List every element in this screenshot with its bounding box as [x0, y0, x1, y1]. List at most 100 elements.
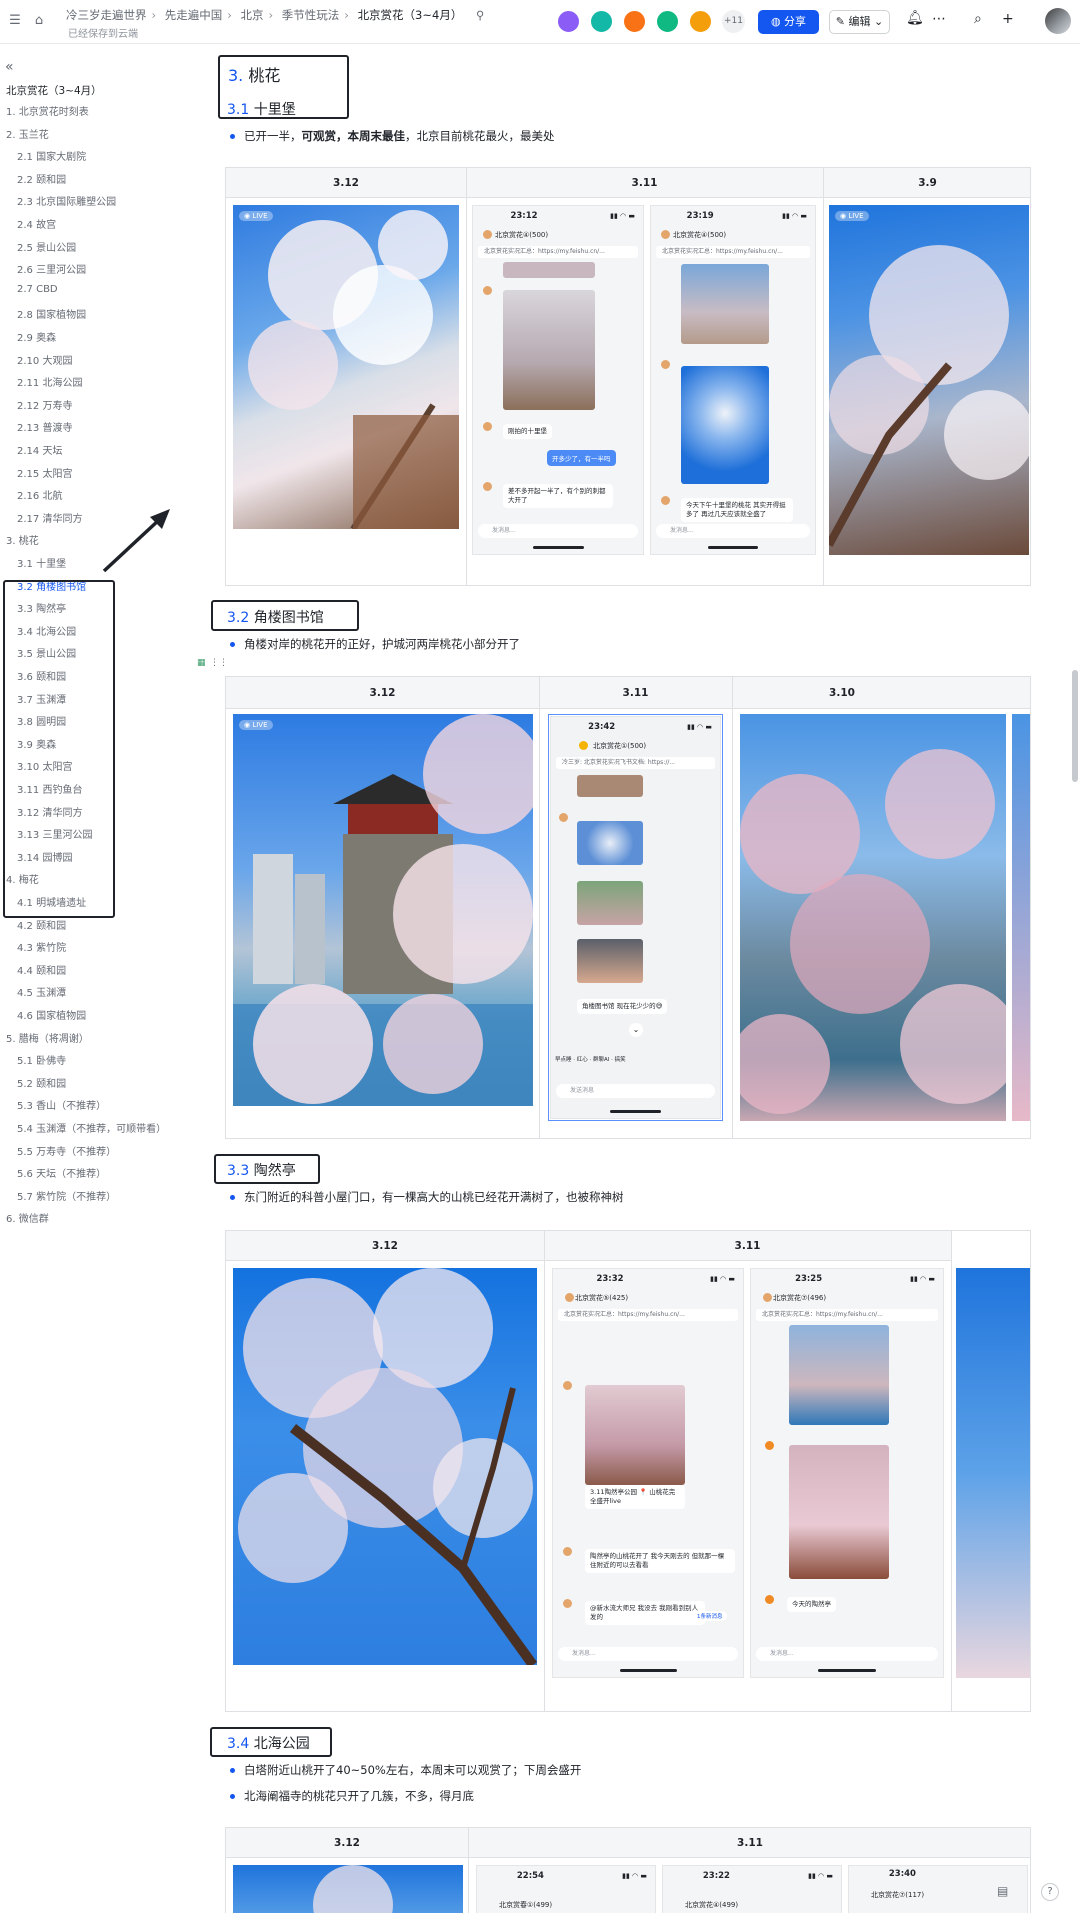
sidebar-item[interactable]: 5.1 卧佛寺: [17, 1052, 66, 1067]
avatar: [483, 422, 492, 431]
home-icon[interactable]: ⌂: [30, 12, 48, 30]
sidebar-item[interactable]: 2.10 大观园: [17, 352, 72, 367]
avatar[interactable]: [622, 9, 647, 34]
breadcrumb-item[interactable]: 先走遍中国: [165, 8, 223, 22]
breadcrumb-item[interactable]: 北京: [241, 8, 264, 22]
heading-text: 北海公园: [253, 1736, 310, 1752]
sidebar-item[interactable]: 5. 腊梅（将凋谢）: [6, 1030, 89, 1045]
sidebar-item[interactable]: 2.17 清华同方: [17, 510, 82, 525]
more-icon[interactable]: ⋯: [932, 11, 946, 27]
user-avatar[interactable]: [1045, 8, 1071, 34]
group-name: 北京赏花①(500): [593, 742, 647, 750]
sidebar-item[interactable]: 4.4 颐和园: [17, 962, 66, 977]
sidebar-item[interactable]: 2.4 故宫: [17, 216, 56, 231]
avatar: [661, 360, 670, 369]
sidebar-item[interactable]: 2.6 三里河公园: [17, 261, 86, 276]
chat-screenshot[interactable]: 22:54 ▮▮ ◠ ▬ 北京赏春①(499): [476, 1865, 656, 1913]
sidebar-item[interactable]: 2.2 颐和园: [17, 171, 66, 186]
drag-handle-icon[interactable]: ⋮⋮: [210, 658, 228, 668]
sidebar-item[interactable]: 3. 桃花: [6, 532, 39, 547]
sidebar-item[interactable]: 2.12 万寿寺: [17, 397, 72, 412]
sidebar-item[interactable]: 2.13 普渡寺: [17, 419, 72, 434]
table-handle-icon[interactable]: ▦: [197, 658, 206, 668]
peach-blossom-photo[interactable]: [956, 1268, 1030, 1678]
sidebar-item[interactable]: 5.4 玉渊潭（不推荐，可顺带看）: [17, 1120, 166, 1135]
signal-icon: ▮▮ ◠ ▬: [610, 212, 635, 220]
help-icon[interactable]: ?: [1041, 1883, 1059, 1901]
sidebar-item[interactable]: 2.14 天坛: [17, 442, 62, 457]
sidebar-item[interactable]: 4.5 玉渊潭: [17, 984, 66, 999]
sidebar-item[interactable]: 2.7 CBD: [17, 284, 58, 295]
table-header: 3.12: [226, 1828, 468, 1858]
more-members-badge[interactable]: +11: [722, 10, 745, 33]
chat-image: [789, 1445, 889, 1579]
new-message-badge: 1条新消息: [693, 1611, 727, 1621]
peach-blossom-photo[interactable]: ◉ LIVE: [233, 205, 459, 529]
sidebar-item[interactable]: 3.1 十里堡: [17, 555, 66, 570]
wild-peach-tree-photo[interactable]: [233, 1268, 537, 1665]
breadcrumb-item[interactable]: 冷三岁走遍世界: [66, 8, 147, 22]
sidebar-item[interactable]: 5.7 紫竹院（不推荐）: [17, 1188, 116, 1203]
edit-button[interactable]: ✎ 编辑 ⌄: [829, 10, 890, 34]
chat-screenshot[interactable]: 23:12 ▮▮ ◠ ▬ 北京赏花④(500) 北京赏花实况汇总：https:/…: [472, 205, 644, 555]
sidebar-item[interactable]: 2.16 北航: [17, 487, 62, 502]
share-button[interactable]: ◍ 分享: [758, 10, 819, 34]
peach-blossom-photo[interactable]: [1012, 714, 1030, 1121]
group-name: 北京赏花⑦(496): [773, 1294, 827, 1302]
chat-screenshot[interactable]: 23:42 ▮▮ ◠ ▬ 北京赏花①(500) 冷三岁: 北京赏花实况飞书文档:…: [550, 716, 721, 1119]
sidebar-item[interactable]: 2.5 景山公园: [17, 239, 76, 254]
chat-screenshot[interactable]: 23:22 ▮▮ ◠ ▬ 北京赏花④(499): [662, 1865, 842, 1913]
avatar[interactable]: [655, 9, 680, 34]
sidebar-item[interactable]: 5.3 香山（不推荐）: [17, 1097, 106, 1112]
sidebar-item[interactable]: 5.6 天坛（不推荐）: [17, 1165, 106, 1180]
pin-icon[interactable]: ⚲: [476, 8, 484, 22]
chat-image: [577, 821, 643, 865]
avatar[interactable]: [589, 9, 614, 34]
divider: [823, 168, 824, 585]
sidebar-item[interactable]: 2.11 北海公园: [17, 374, 82, 389]
table-header: 3.12: [226, 168, 466, 198]
signal-icon: ▮▮ ◠ ▬: [687, 723, 712, 731]
sidebar-item[interactable]: 1. 北京赏花时刻表: [6, 103, 89, 118]
avatar[interactable]: [556, 9, 581, 34]
avatar[interactable]: [688, 9, 713, 34]
globe-icon: ◍: [770, 15, 785, 28]
plus-icon[interactable]: +: [1002, 11, 1014, 27]
corner-tower-photo[interactable]: ◉ LIVE: [233, 714, 533, 1106]
comment-icon[interactable]: ▤: [997, 1884, 1008, 1898]
chat-screenshot[interactable]: 23:25 ▮▮ ◠ ▬ 北京赏花⑦(496) 北京赏花实况汇总：https:/…: [750, 1268, 944, 1678]
sidebar-toggle-icon[interactable]: ☰: [6, 12, 24, 30]
peach-blossom-photo[interactable]: ◉ LIVE: [829, 205, 1029, 555]
phone-time: 22:54: [516, 1871, 544, 1881]
image-table: 3.12 3.11 3.10 ◉ LIVE 23:42 ▮▮ ◠ ▬ 北京赏花①…: [225, 676, 1031, 1139]
group-name: 北京赏春①(499): [499, 1901, 553, 1909]
collapse-icon[interactable]: «: [5, 59, 14, 75]
text-run: ，北京目前桃花最火，最美处: [405, 129, 555, 143]
sidebar-item[interactable]: 4.3 紫竹院: [17, 939, 66, 954]
outline-title[interactable]: 北京赏花（3~4月）: [6, 83, 102, 98]
chat-screenshot[interactable]: 23:32 ▮▮ ◠ ▬ 北京赏花⑤(425) 北京赏花实况汇总：https:/…: [552, 1268, 744, 1678]
sidebar-item[interactable]: 4.6 国家植物园: [17, 1007, 86, 1022]
chat-image: [577, 775, 643, 797]
sidebar-item[interactable]: 5.5 万寿寺（不推荐）: [17, 1143, 116, 1158]
scrollbar-thumb[interactable]: [1072, 670, 1078, 782]
peach-blossom-photo[interactable]: [233, 1865, 463, 1913]
divider: [468, 1828, 469, 1913]
sidebar-item[interactable]: 6. 微信群: [6, 1210, 49, 1225]
sidebar-item[interactable]: 2.9 奥森: [17, 329, 56, 344]
sidebar-item[interactable]: 2.8 国家植物园: [17, 306, 86, 321]
heading-text: 陶然亭: [253, 1163, 296, 1179]
sidebar-item[interactable]: 2. 玉兰花: [6, 126, 49, 141]
chat-image: [681, 264, 769, 344]
sidebar-item[interactable]: 4.2 颐和园: [17, 917, 66, 932]
sidebar-item[interactable]: 5.2 颐和园: [17, 1075, 66, 1090]
search-icon[interactable]: ⌕: [974, 11, 982, 27]
peach-blossom-photo[interactable]: [740, 714, 1006, 1121]
breadcrumb-item[interactable]: 季节性玩法: [282, 8, 340, 22]
heading-number: 3.4: [227, 1736, 250, 1752]
chat-screenshot[interactable]: 23:19 ▮▮ ◠ ▬ 北京赏花④(500) 北京赏花实况汇总：https:/…: [650, 205, 816, 555]
sidebar-item[interactable]: 2.15 太阳宫: [17, 465, 72, 480]
sidebar-item[interactable]: 2.3 北京国际雕塑公园: [17, 193, 116, 208]
bullet-text: 白塔附近山桃开了40~50%左右，本周末可以观赏了；下周会盛开: [229, 1763, 582, 1777]
sidebar-item[interactable]: 2.1 国家大剧院: [17, 148, 86, 163]
